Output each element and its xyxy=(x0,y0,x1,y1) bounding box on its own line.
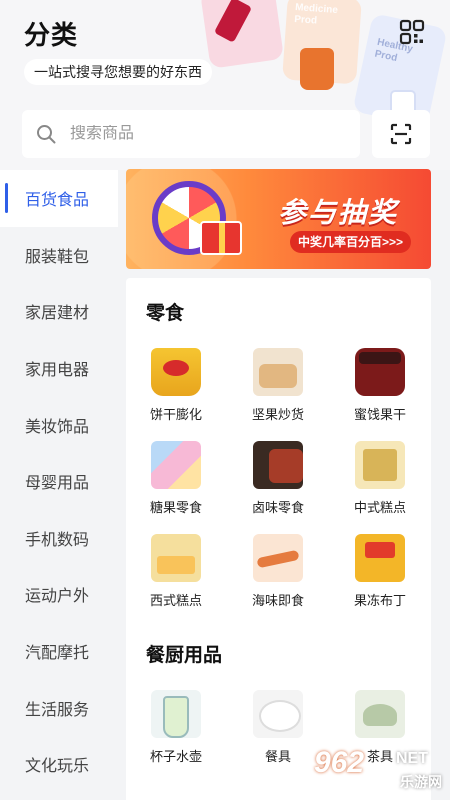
sidebar-item[interactable]: 美妆饰品 xyxy=(0,396,118,453)
sidebar-item[interactable]: 百货食品 xyxy=(0,170,118,227)
decor-label: Prod xyxy=(293,14,318,27)
category-item[interactable]: 坚果炒货 xyxy=(228,348,328,423)
category-item[interactable]: 卤味零食 xyxy=(228,441,328,516)
category-item[interactable]: 蜜饯果干 xyxy=(330,348,430,423)
banner-title: 参与抽奖 xyxy=(278,197,399,228)
search-bar[interactable] xyxy=(22,110,360,158)
braised-snack-icon xyxy=(253,441,303,489)
sidebar-item[interactable]: 手机数码 xyxy=(0,510,118,567)
plates-icon xyxy=(253,690,303,738)
page-subtitle: 一站式搜寻您想要的好东西 xyxy=(24,59,212,85)
section-title: 零食 xyxy=(146,303,185,324)
watermark-sub: 乐游网 xyxy=(400,774,442,790)
page-title: 分类 xyxy=(24,20,79,50)
site-watermark: 962 NET 乐游网 xyxy=(314,738,450,800)
watermark-net: NET xyxy=(396,750,428,767)
qr-code-icon[interactable] xyxy=(398,18,426,46)
jelly-pudding-bag-icon xyxy=(355,534,405,582)
tea-set-icon xyxy=(355,690,405,738)
category-item[interactable]: 饼干膨化 xyxy=(126,348,226,423)
sidebar-item[interactable]: 服装鞋包 xyxy=(0,227,118,284)
chips-bag-icon xyxy=(151,348,201,396)
category-panel: 零食饼干膨化 坚果炒货 蜜饯果干糖果零食 卤味零食 中式糕点西式糕点 海味即食 果冻布丁餐厨… xyxy=(126,278,431,800)
category-item[interactable]: 餐具 xyxy=(228,690,328,765)
candy-pack-icon xyxy=(151,441,201,489)
sidebar-item[interactable]: 生活服务 xyxy=(0,679,118,736)
seafood-snack-icon xyxy=(253,534,303,582)
category-item-label: 饼干膨化 xyxy=(149,407,202,422)
category-item[interactable]: 海味即食 xyxy=(228,534,328,609)
category-item-label: 西式糕点 xyxy=(149,593,202,608)
sidebar-item[interactable]: 文化玩乐 xyxy=(0,736,118,793)
category-item-label: 海味即食 xyxy=(251,593,304,608)
category-item[interactable]: 杯子水壶 xyxy=(126,690,226,765)
category-item-label: 糖果零食 xyxy=(149,500,202,515)
lottery-banner[interactable]: 参与抽奖 中奖几率百分百>>> xyxy=(126,169,431,269)
western-cake-box-icon xyxy=(151,534,201,582)
sidebar-item[interactable]: 家用电器 xyxy=(0,340,118,397)
sidebar-item[interactable]: 母婴用品 xyxy=(0,453,118,510)
category-item-label: 果冻布丁 xyxy=(353,593,406,608)
supplement-jar-icon xyxy=(300,48,334,90)
category-item[interactable]: 中式糕点 xyxy=(330,441,430,516)
category-item-label: 蜜饯果干 xyxy=(353,407,406,422)
gift-box-icon xyxy=(200,221,242,255)
search-icon xyxy=(37,125,56,144)
category-item[interactable]: 西式糕点 xyxy=(126,534,226,609)
watermark-mark: 962 xyxy=(314,746,365,779)
sidebar-item[interactable]: 家居建材 xyxy=(0,283,118,340)
scan-icon xyxy=(390,123,412,145)
category-sidebar: 百货食品 服装鞋包 家居建材 家用电器 美妆饰品 母婴用品 手机数码 运动户外 汽配摩托 生活服务… xyxy=(0,170,118,800)
category-item[interactable]: 糖果零食 xyxy=(126,441,226,516)
category-item[interactable]: 果冻布丁 xyxy=(330,534,430,609)
chinese-pastry-box-icon xyxy=(355,441,405,489)
pitcher-icon xyxy=(151,690,201,738)
category-item-label: 杯子水壶 xyxy=(149,749,202,764)
dried-fruit-jar-icon xyxy=(355,348,405,396)
category-item-label: 中式糕点 xyxy=(353,500,406,515)
category-item-label: 卤味零食 xyxy=(251,500,304,515)
nuts-box-icon xyxy=(253,348,303,396)
banner-subtitle: 中奖几率百分百>>> xyxy=(290,231,412,253)
search-input[interactable] xyxy=(70,125,330,143)
sidebar-item[interactable]: 运动户外 xyxy=(0,566,118,623)
scan-button[interactable] xyxy=(372,110,430,158)
category-item-label: 坚果炒货 xyxy=(251,407,304,422)
category-item-label: 餐具 xyxy=(264,749,291,764)
sidebar-item[interactable]: 汽配摩托 xyxy=(0,623,118,680)
section-title: 餐厨用品 xyxy=(146,645,223,666)
